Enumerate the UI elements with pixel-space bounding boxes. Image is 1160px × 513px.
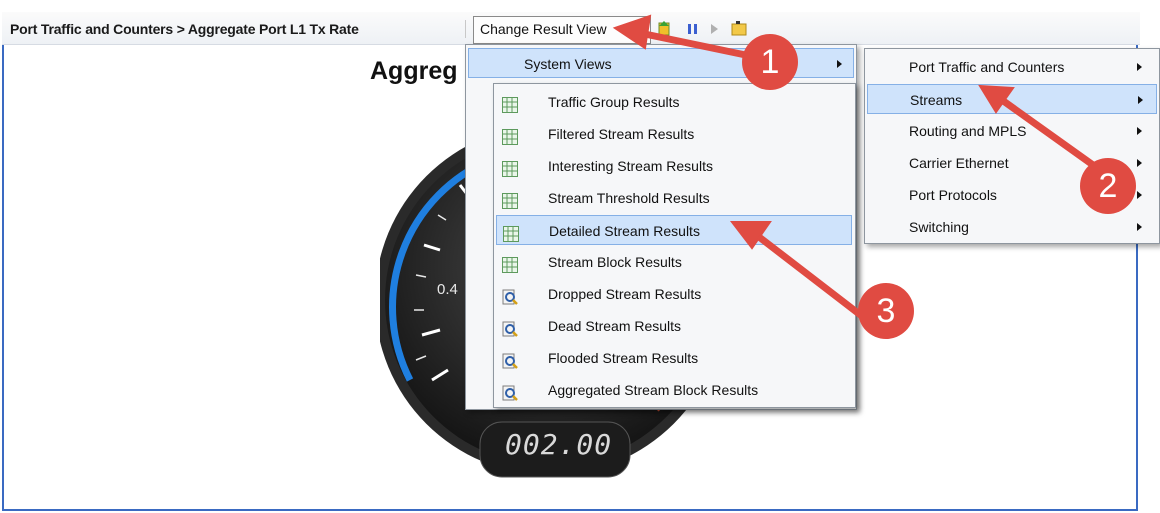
callout-badge-3: 3 — [858, 283, 914, 339]
result-view-window: Port Traffic and Counters > Aggregate Po… — [0, 0, 1160, 513]
annotation-arrows — [612, 14, 1104, 334]
callout-badge-2: 2 — [1080, 158, 1136, 214]
callout-badge-1: 1 — [742, 34, 798, 90]
